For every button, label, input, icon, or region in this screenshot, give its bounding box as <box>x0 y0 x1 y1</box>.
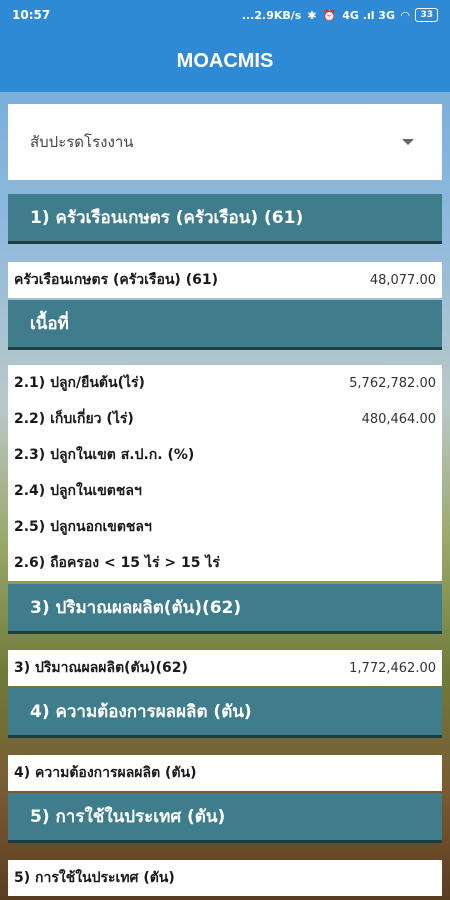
status-time: 10:57 <box>12 8 51 22</box>
battery-icon: 33 <box>415 8 438 22</box>
commodity-dropdown[interactable]: สับปะรดโรงงาน <box>8 104 442 180</box>
data-row: 2.2) เก็บเกี่ยว (ไร่) 480,464.00 <box>8 401 442 437</box>
app-bar: MOACMIS <box>0 30 450 92</box>
row-label: 2.6) ถือครอง < 15 ไร่ > 15 ไร่ <box>14 555 220 571</box>
section-header-area: เนื้อที่ <box>8 300 442 350</box>
data-row: 3) ปริมาณผลผลิต(ตัน)(62) 1,772,462.00 <box>8 650 442 686</box>
section-body-demand: 4) ความต้องการผลผลิต (ตัน) <box>8 755 442 791</box>
row-value: 5,762,782.00 <box>349 375 436 391</box>
data-row: 2.1) ปลูก/ยืนต้น(ไร่) 5,762,782.00 <box>8 365 442 401</box>
section-header-production: 3) ปริมาณผลผลิต(ตัน)(62) <box>8 584 442 634</box>
data-row: 4) ความต้องการผลผลิต (ตัน) <box>8 755 442 791</box>
row-label: 4) ความต้องการผลผลิต (ตัน) <box>14 765 197 781</box>
section-header-households: 1) ครัวเรือนเกษตร (ครัวเรือน) (61) <box>8 194 442 244</box>
section-title: 4) ความต้องการผลผลิต (ตัน) <box>30 702 252 722</box>
row-label: 2.2) เก็บเกี่ยว (ไร่) <box>14 411 134 427</box>
section-body-domestic-use: 5) การใช้ในประเทศ (ตัน) <box>8 860 442 896</box>
data-row: 2.3) ปลูกในเขต ส.ป.ก. (%) <box>8 437 442 473</box>
section-header-domestic-use: 5) การใช้ในประเทศ (ตัน) <box>8 793 442 843</box>
row-value: 48,077.00 <box>369 272 436 288</box>
section-body-area: 2.1) ปลูก/ยืนต้น(ไร่) 5,762,782.00 2.2) … <box>8 365 442 581</box>
section-body-households: ครัวเรือนเกษตร (ครัวเรือน) (61) 48,077.0… <box>8 262 442 298</box>
alarm-icon: ⏰ <box>322 8 337 22</box>
signal-indicator: 4G .ıl 3G <box>342 8 395 22</box>
data-row: 2.6) ถือครอง < 15 ไร่ > 15 ไร่ <box>8 545 442 581</box>
section-title: 5) การใช้ในประเทศ (ตัน) <box>30 807 226 827</box>
row-label: ครัวเรือนเกษตร (ครัวเรือน) (61) <box>14 272 218 288</box>
data-row: 2.4) ปลูกในเขตชลฯ <box>8 473 442 509</box>
chevron-down-icon <box>402 139 414 145</box>
row-label: 2.5) ปลูกนอกเขตชลฯ <box>14 519 152 535</box>
section-header-demand: 4) ความต้องการผลผลิต (ตัน) <box>8 688 442 738</box>
row-value: 480,464.00 <box>361 411 436 427</box>
section-title: 3) ปริมาณผลผลิต(ตัน)(62) <box>30 598 242 618</box>
wifi-icon: ◠ <box>401 8 410 22</box>
app-title: MOACMIS <box>176 49 274 72</box>
data-row: 2.5) ปลูกนอกเขตชลฯ <box>8 509 442 545</box>
status-bar: 10:57 ...2.9KB/s ✱ ⏰ 4G .ıl 3G ◠ 33 <box>0 0 450 30</box>
network-speed: ...2.9KB/s <box>241 8 302 22</box>
row-label: 2.3) ปลูกในเขต ส.ป.ก. (%) <box>14 447 195 463</box>
data-row: ครัวเรือนเกษตร (ครัวเรือน) (61) 48,077.0… <box>8 262 442 298</box>
row-label: 2.4) ปลูกในเขตชลฯ <box>14 483 142 499</box>
bluetooth-icon: ✱ <box>307 8 317 22</box>
section-title: เนื้อที่ <box>30 314 69 334</box>
data-row: 5) การใช้ในประเทศ (ตัน) <box>8 860 442 896</box>
section-title: 1) ครัวเรือนเกษตร (ครัวเรือน) (61) <box>30 208 304 228</box>
row-label: 3) ปริมาณผลผลิต(ตัน)(62) <box>14 660 188 676</box>
row-value: 1,772,462.00 <box>349 660 436 676</box>
row-label: 2.1) ปลูก/ยืนต้น(ไร่) <box>14 375 145 391</box>
row-label: 5) การใช้ในประเทศ (ตัน) <box>14 870 175 886</box>
dropdown-value: สับปะรดโรงงาน <box>30 133 134 151</box>
status-icons: ...2.9KB/s ✱ ⏰ 4G .ıl 3G ◠ 33 <box>242 8 438 22</box>
section-body-production: 3) ปริมาณผลผลิต(ตัน)(62) 1,772,462.00 <box>8 650 442 686</box>
